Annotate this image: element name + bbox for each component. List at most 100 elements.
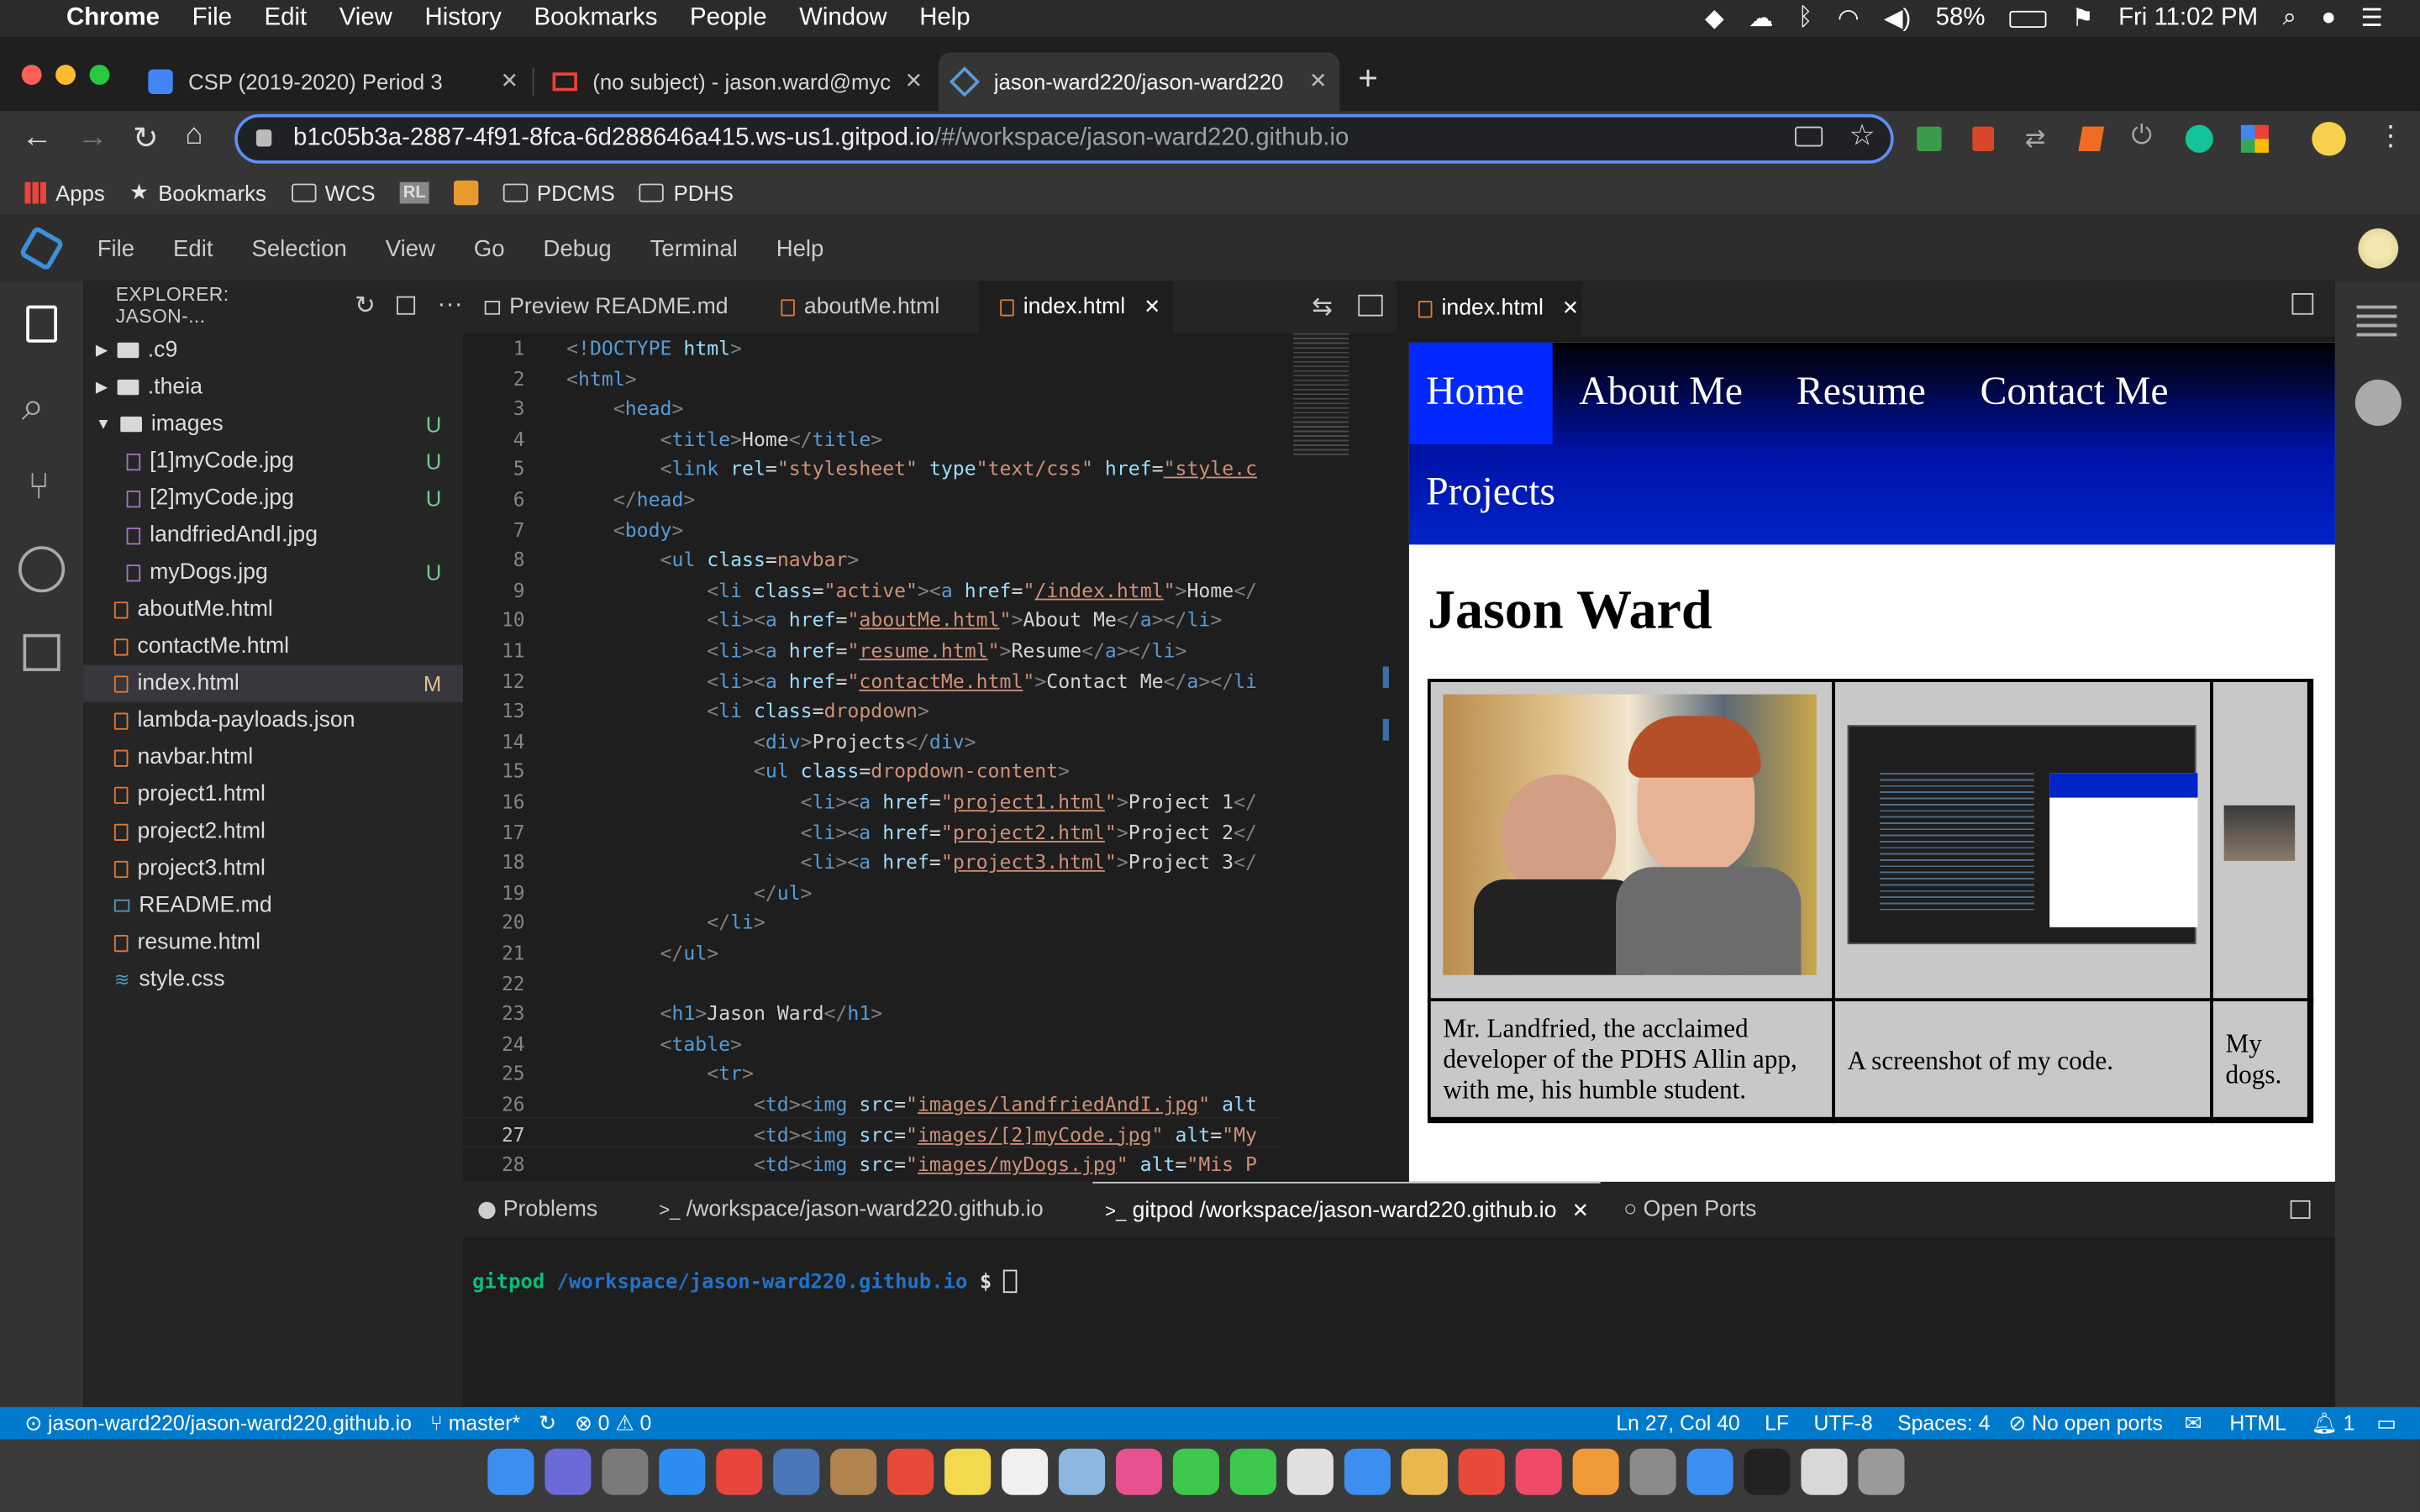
browser-tab[interactable]: (no subject) - jason.ward@myc ✕ (537, 52, 935, 111)
file-tree-item[interactable]: ▶ .theia (83, 369, 463, 406)
panel-tab-terminal[interactable]: >_ /workspace/jason-ward220.github.io (659, 1182, 1043, 1237)
ide-menu-file[interactable]: File (97, 235, 134, 261)
lock-icon[interactable] (255, 129, 272, 147)
dock-app-icon[interactable] (1858, 1448, 1905, 1495)
status-branch[interactable]: ⑂ master* (430, 1412, 520, 1436)
file-tree-item[interactable]: project2.html (83, 813, 463, 850)
wifi-icon[interactable]: ◠ (1838, 3, 1860, 34)
preview-nav-contact[interactable]: Contact Me (1980, 369, 2168, 415)
new-tab-button[interactable]: + (1358, 59, 1378, 99)
maximize-panel-icon[interactable] (2290, 1200, 2311, 1219)
extensions-icon[interactable] (23, 633, 60, 671)
volume-icon[interactable]: ◀) (1884, 3, 1911, 34)
dock-app-icon[interactable] (1458, 1448, 1505, 1495)
panel-tab-ports[interactable]: ○ Open Ports (1623, 1182, 1756, 1237)
browser-tab-active[interactable]: jason-ward220/jason-ward220 ✕ (938, 52, 1340, 112)
dock-app-icon[interactable] (1629, 1448, 1676, 1495)
ide-menu-selection[interactable]: Selection (251, 235, 346, 261)
file-tree-item[interactable]: [2]myCode.jpg U (83, 480, 463, 517)
dock-app-icon[interactable] (1172, 1448, 1219, 1495)
file-tree-item[interactable]: project1.html (83, 776, 463, 813)
extension-icon[interactable] (1917, 126, 1942, 151)
bluetooth-icon[interactable]: ᛒ (1798, 5, 1813, 33)
status-cursor[interactable]: Ln 27, Col 40 (1616, 1412, 1740, 1436)
file-tree-item[interactable]: contactMe.html (83, 628, 463, 665)
source-control-icon[interactable]: ⑂ (28, 466, 50, 509)
menu-people[interactable]: People (690, 5, 767, 33)
debug-icon[interactable] (18, 546, 66, 593)
dock-app-icon[interactable] (944, 1448, 992, 1495)
feedback-icon[interactable]: ✉ (2185, 1411, 2202, 1436)
explorer-icon[interactable] (26, 305, 57, 343)
file-tree-item[interactable]: ▼ images U (83, 406, 463, 443)
close-icon[interactable]: ✕ (1309, 68, 1328, 94)
dock-app-icon[interactable] (1686, 1448, 1733, 1495)
file-tree-item[interactable]: aboutMe.html (83, 591, 463, 627)
editor-tab[interactable]: aboutMe.html (760, 281, 979, 333)
file-tree-item[interactable]: navbar.html (83, 739, 463, 776)
back-icon[interactable]: ← (22, 120, 53, 155)
menu-history[interactable]: History (424, 5, 501, 33)
status-problems[interactable]: ⊗ 0 ⚠ 0 (575, 1411, 651, 1436)
cast-icon[interactable] (1795, 126, 1823, 147)
ide-menu-help[interactable]: Help (776, 235, 824, 261)
clock[interactable]: Fri 11:02 PM (2118, 5, 2258, 33)
close-icon[interactable]: ✕ (501, 68, 519, 94)
file-tree-item[interactable]: myDogs.jpg U (83, 554, 463, 591)
more-menu-icon[interactable]: ⋮ (2377, 120, 2405, 153)
file-tree-item[interactable]: landfriedAndI.jpg (83, 517, 463, 554)
bookmark-rl[interactable]: RL (400, 181, 429, 203)
file-tree-item[interactable]: resume.html (83, 924, 463, 961)
extension-icon[interactable]: ⇄ (2025, 123, 2046, 155)
terminal[interactable]: gitpod /workspace/jason-ward220.github.i… (463, 1237, 2335, 1408)
bookmark-apps[interactable]: Apps (24, 180, 105, 204)
power-icon[interactable]: ⏻ (2131, 120, 2152, 151)
menu-file[interactable]: File (192, 5, 232, 33)
preview-nav-about[interactable]: About Me (1579, 369, 1743, 415)
dock-app-icon[interactable] (602, 1448, 649, 1495)
panel-tab-problems[interactable]: Problems (478, 1182, 597, 1237)
file-tree-item[interactable]: ▶ .c9 (83, 332, 463, 369)
dock-app-icon[interactable] (773, 1448, 820, 1495)
ide-menu-debug[interactable]: Debug (544, 235, 612, 261)
dropbox-icon[interactable]: ◆ (1705, 3, 1724, 34)
bookmark-bookmarks[interactable]: ★ Bookmarks (129, 179, 266, 205)
window-close-button[interactable] (21, 65, 42, 86)
status-eol[interactable]: LF (1765, 1412, 1789, 1436)
forward-icon[interactable]: → (77, 120, 108, 155)
dock-app-icon[interactable] (544, 1448, 592, 1495)
user-avatar-icon[interactable]: ● (2321, 5, 2336, 33)
status-repo[interactable]: ⊙ jason-ward220/jason-ward220.github.io (24, 1411, 411, 1436)
window-zoom-button[interactable] (89, 65, 110, 86)
dock-app-icon[interactable] (1801, 1448, 1848, 1495)
dock-app-icon[interactable] (659, 1448, 706, 1495)
collapse-all-icon[interactable] (397, 296, 416, 315)
refresh-icon[interactable]: ↻ (355, 290, 376, 321)
close-icon[interactable]: ✕ (1572, 1198, 1589, 1222)
dock-app-icon[interactable] (716, 1448, 763, 1495)
dock-app-icon[interactable] (1515, 1448, 1562, 1495)
menu-view[interactable]: View (339, 5, 392, 33)
extension-icon[interactable] (2240, 124, 2269, 153)
notification-center-icon[interactable]: ☰ (2361, 3, 2383, 34)
dock-app-icon[interactable] (1344, 1448, 1391, 1495)
file-tree-item[interactable]: README.md (83, 887, 463, 924)
editor-tab-active[interactable]: index.html ✕ (978, 281, 1173, 333)
bookmark-pdcms[interactable]: PDCMS (502, 180, 615, 204)
file-tree-item[interactable]: project3.html (83, 850, 463, 887)
battery-icon[interactable] (2009, 9, 2047, 28)
scrollbar-marker[interactable] (1382, 718, 1390, 741)
account-avatar-icon[interactable] (2358, 228, 2399, 269)
preview-nav-home[interactable]: Home (1426, 369, 1524, 415)
panel-tab-terminal-active[interactable]: >_ gitpod /workspace/jason-ward220.githu… (1092, 1181, 1602, 1237)
file-tree-item[interactable]: ≋ style.css (83, 961, 463, 998)
dock-app-icon[interactable] (487, 1448, 534, 1495)
address-bar[interactable]: b1c05b3a-2887-4f91-8fca-6d288646a415.ws-… (234, 113, 1894, 164)
status-encoding[interactable]: UTF-8 (1813, 1412, 1872, 1436)
minimap[interactable] (1281, 333, 1377, 1182)
dock-app-icon[interactable] (1002, 1448, 1049, 1495)
more-actions-icon[interactable]: ··· (438, 291, 463, 319)
extension-icon[interactable] (1972, 126, 1995, 151)
cloud-icon[interactable]: ☁ (1749, 3, 1773, 34)
open-changes-icon[interactable]: ⇆ (1312, 291, 1333, 323)
